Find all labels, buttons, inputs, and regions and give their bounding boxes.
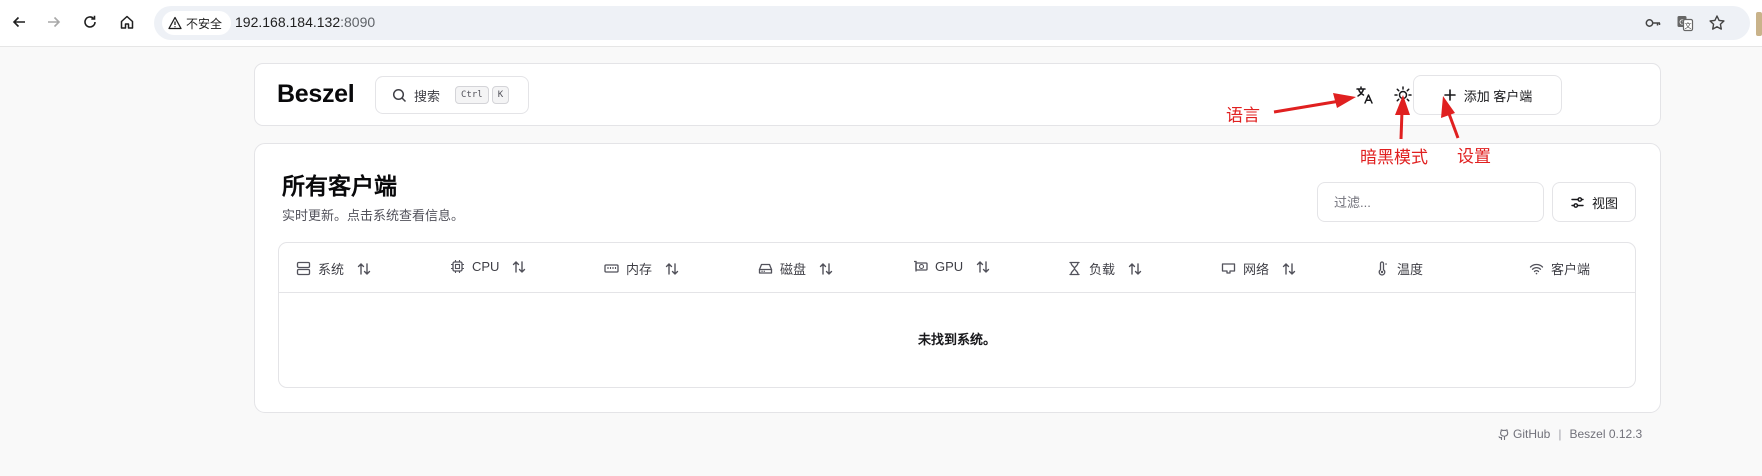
server-icon — [296, 261, 311, 276]
search-button[interactable]: 搜索 Ctrl K — [375, 76, 529, 114]
sliders-icon — [1570, 195, 1585, 210]
page-title: 所有客户端 — [282, 173, 397, 199]
page-subtitle: 实时更新。点击系统查看信息。 — [282, 208, 465, 223]
url-text[interactable]: 192.168.184.132:8090 — [235, 14, 375, 30]
browser-toolbar: 不安全 192.168.184.132:8090 G文 — [0, 0, 1762, 47]
memory-icon — [604, 261, 619, 276]
network-icon — [1221, 261, 1236, 276]
forward-arrow-icon[interactable] — [43, 11, 65, 33]
sun-icon[interactable] — [1393, 85, 1413, 105]
footer-separator: | — [1558, 427, 1562, 441]
sort-icon[interactable] — [976, 260, 990, 274]
key-icon[interactable] — [1643, 13, 1663, 33]
add-client-button[interactable]: 添加 客户端 — [1413, 75, 1562, 115]
view-label: 视图 — [1591, 195, 1618, 211]
security-label: 不安全 — [186, 16, 223, 31]
github-icon — [1497, 428, 1509, 440]
star-icon[interactable] — [1707, 13, 1727, 33]
thermometer-icon — [1375, 261, 1390, 276]
annotation-settings: 设置 — [1457, 147, 1491, 167]
sort-icon[interactable] — [1128, 262, 1142, 276]
hourglass-icon — [1067, 261, 1082, 276]
column-header-memory[interactable]: 内存 — [604, 259, 679, 278]
footer: GitHub | Beszel 0.12.3 — [1497, 427, 1642, 441]
annotation-language: 语言 — [1226, 106, 1260, 126]
security-badge[interactable]: 不安全 — [162, 11, 232, 35]
column-header-disk[interactable]: 磁盘 — [758, 259, 833, 278]
column-header-cpu[interactable]: CPU — [450, 259, 526, 274]
address-bar[interactable]: 不安全 192.168.184.132:8090 G文 — [154, 6, 1750, 40]
column-header-client[interactable]: 客户端 — [1529, 259, 1590, 278]
translate-icon[interactable]: G文 — [1675, 13, 1695, 33]
extension-edge — [1756, 12, 1762, 36]
sort-icon[interactable] — [1282, 262, 1296, 276]
sort-icon[interactable] — [665, 262, 679, 276]
app-header: Beszel 搜索 Ctrl K 添加 客户端 — [254, 63, 1661, 126]
column-header-system[interactable]: 系统 — [296, 259, 371, 278]
plus-icon — [1443, 88, 1457, 102]
sort-icon[interactable] — [357, 262, 371, 276]
column-header-load[interactable]: 负载 — [1067, 259, 1142, 278]
column-header-gpu[interactable]: GPU — [913, 259, 990, 274]
github-link[interactable]: GitHub — [1513, 427, 1550, 441]
reload-icon[interactable] — [79, 11, 101, 33]
wifi-icon — [1529, 261, 1544, 276]
sort-icon[interactable] — [512, 260, 526, 274]
systems-table: 系统 CPU 内存 磁盘 GPU 负载 网络 温度 客户端 未找到系统。 — [278, 242, 1636, 388]
version-link[interactable]: Beszel 0.12.3 — [1569, 427, 1642, 441]
kbd-ctrl: Ctrl — [455, 86, 489, 104]
sort-icon[interactable] — [819, 262, 833, 276]
language-icon[interactable] — [1355, 85, 1375, 105]
systems-card: 所有客户端 实时更新。点击系统查看信息。 视图 系统 CPU 内存 — [254, 143, 1661, 413]
cpu-icon — [450, 259, 465, 274]
search-label: 搜索 — [414, 88, 441, 104]
home-icon[interactable] — [116, 11, 138, 33]
svg-text:文: 文 — [1685, 21, 1692, 30]
shortcut-hint: Ctrl K — [455, 86, 510, 104]
logo[interactable]: Beszel — [277, 80, 355, 109]
kbd-k: K — [491, 86, 510, 104]
add-client-label: 添加 客户端 — [1463, 88, 1533, 104]
column-header-temperature[interactable]: 温度 — [1375, 259, 1423, 278]
view-button[interactable]: 视图 — [1552, 182, 1636, 222]
table-header: 系统 CPU 内存 磁盘 GPU 负载 网络 温度 客户端 — [279, 243, 1635, 293]
search-icon — [392, 88, 407, 103]
gpu-icon — [913, 259, 928, 274]
annotation-dark-mode: 暗黑模式 — [1360, 148, 1428, 168]
hard-drive-icon — [758, 261, 773, 276]
back-arrow-icon[interactable] — [8, 11, 30, 33]
column-header-network[interactable]: 网络 — [1221, 259, 1296, 278]
empty-state: 未找到系统。 — [917, 332, 996, 347]
warning-icon — [168, 16, 182, 30]
filter-input[interactable] — [1317, 182, 1544, 222]
